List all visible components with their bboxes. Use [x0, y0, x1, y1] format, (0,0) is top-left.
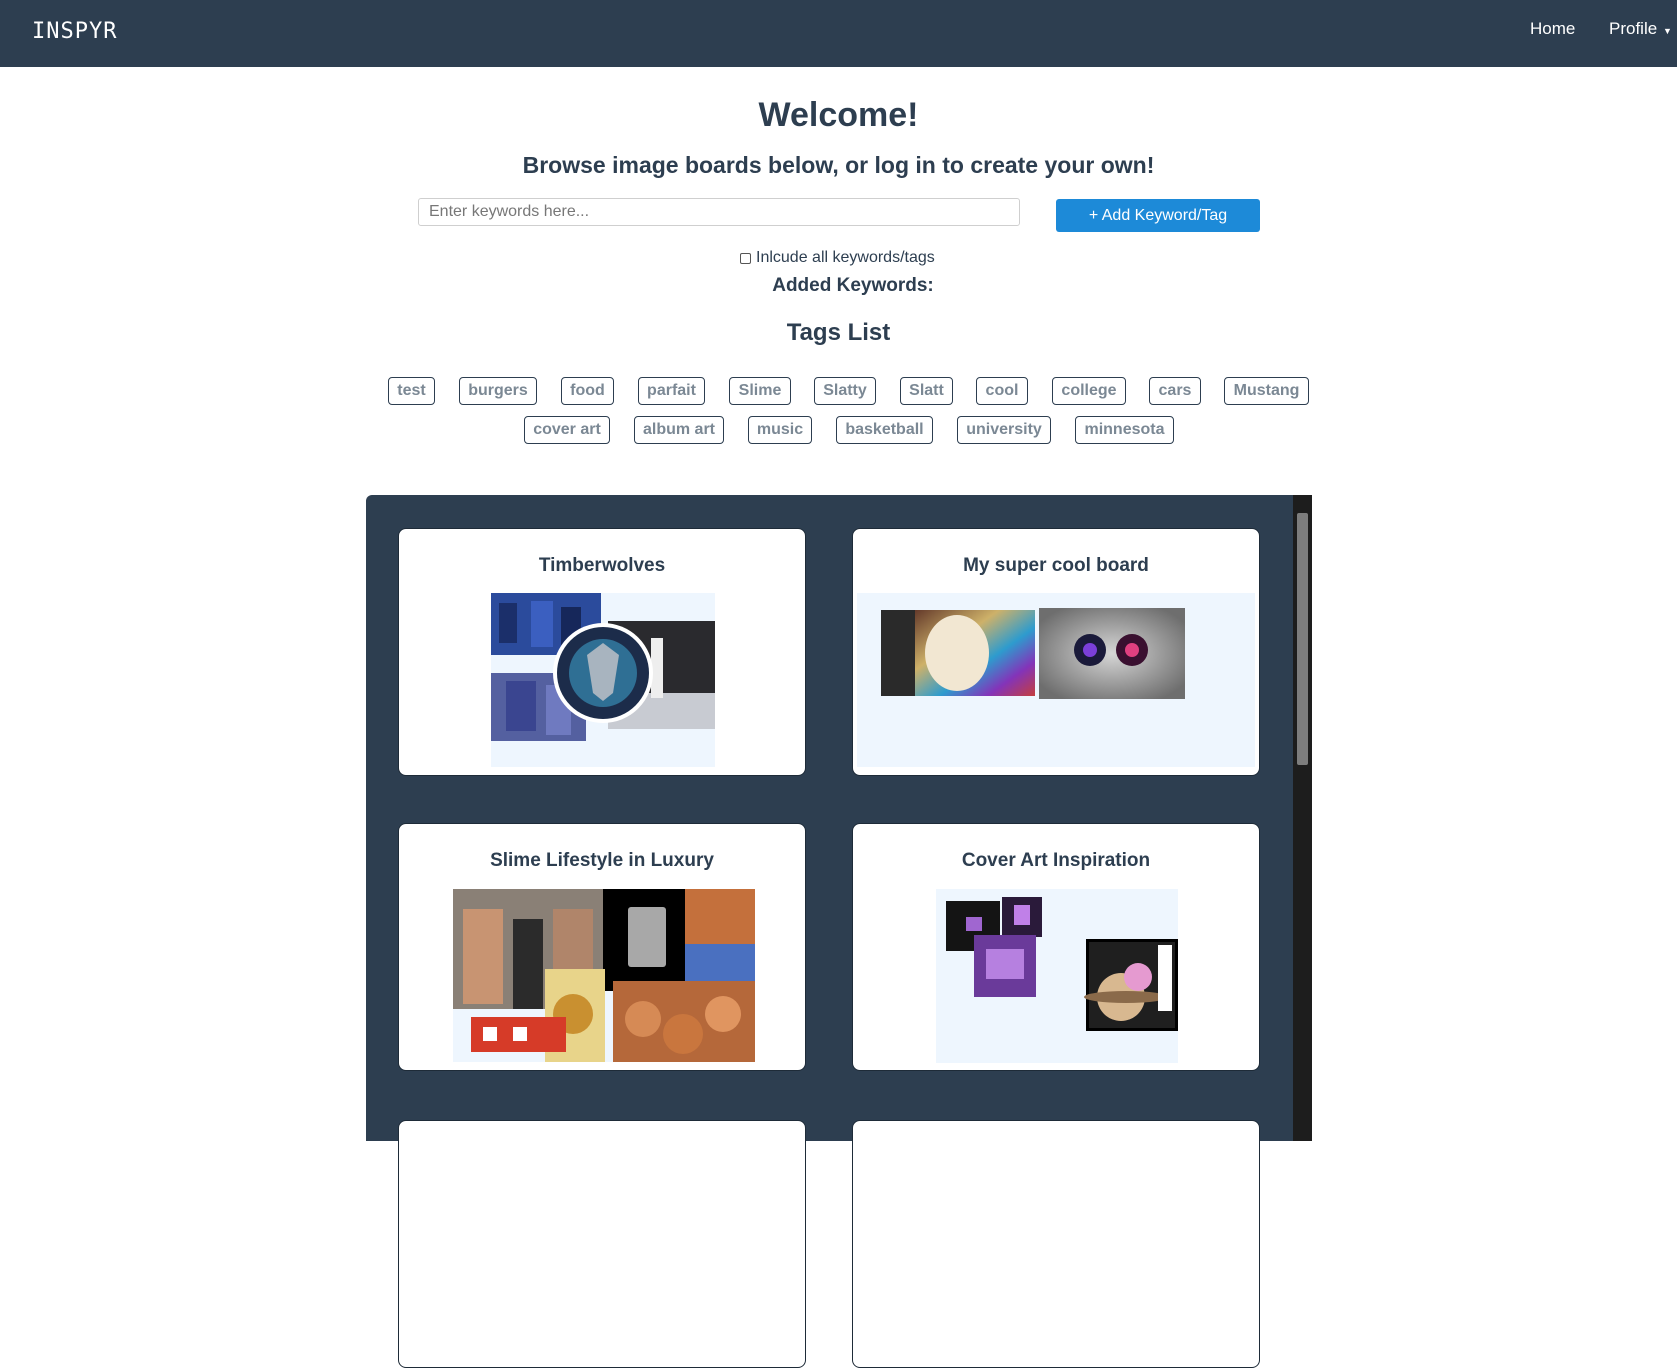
- tag-chip[interactable]: parfait: [638, 377, 705, 405]
- board-collage: [857, 593, 1255, 767]
- added-keywords-label: Added Keywords:: [772, 275, 934, 296]
- tag-chip[interactable]: basketball: [836, 416, 933, 444]
- add-keyword-button[interactable]: + Add Keyword/Tag: [1056, 199, 1260, 232]
- board-collage: [453, 889, 755, 1062]
- tag-chip[interactable]: test: [388, 377, 435, 405]
- tag-chip[interactable]: minnesota: [1075, 416, 1174, 444]
- board-card[interactable]: My super cool board: [852, 528, 1260, 776]
- board-collage: [936, 889, 1178, 1063]
- collage-image: [453, 889, 755, 1062]
- tag-chip[interactable]: Slime: [729, 377, 791, 405]
- board-card[interactable]: Cover Art Inspiration: [852, 823, 1260, 1071]
- board-title: Slime Lifestyle in Luxury: [490, 850, 714, 871]
- tag-chip[interactable]: Slatt: [900, 377, 953, 405]
- board-title: Timberwolves: [538, 555, 666, 576]
- collage-image: [946, 897, 1178, 1031]
- board-card[interactable]: Slime Lifestyle in Luxury: [398, 823, 806, 1071]
- board-card[interactable]: [852, 1120, 1260, 1368]
- board-card[interactable]: Timberwolves: [398, 528, 806, 776]
- tags-list-heading: Tags List: [786, 319, 891, 346]
- tag-chip[interactable]: Mustang: [1224, 377, 1309, 405]
- tag-chip[interactable]: college: [1052, 377, 1126, 405]
- include-all-row[interactable]: Inlcude all keywords/tags: [740, 249, 935, 267]
- board-card[interactable]: [398, 1120, 806, 1368]
- tag-chip[interactable]: music: [748, 416, 812, 444]
- welcome-heading: Welcome!: [758, 96, 919, 134]
- board-collage: [491, 593, 715, 767]
- brand-logo[interactable]: INSPYR: [32, 19, 117, 44]
- tag-chip[interactable]: food: [561, 377, 614, 405]
- include-all-label: Inlcude all keywords/tags: [756, 249, 935, 266]
- collage-image: [491, 593, 715, 741]
- tag-chip[interactable]: cars: [1149, 377, 1201, 405]
- nav-profile-dropdown[interactable]: Profile: [1609, 19, 1657, 39]
- board-title: Cover Art Inspiration: [961, 850, 1151, 871]
- checkbox-unchecked-icon[interactable]: [740, 252, 751, 264]
- board-title: My super cool board: [963, 555, 1149, 576]
- caret-down-icon[interactable]: ▼: [1663, 26, 1672, 36]
- tag-chip[interactable]: cover art: [524, 416, 610, 444]
- tag-chip[interactable]: cool: [976, 377, 1028, 405]
- collage-image: [881, 608, 1185, 699]
- nav-home-link[interactable]: Home: [1530, 19, 1575, 39]
- keyword-search-input[interactable]: [418, 198, 1020, 226]
- boards-scrollbar-thumb[interactable]: [1297, 513, 1308, 765]
- tag-chip[interactable]: Slatty: [814, 377, 876, 405]
- tag-chip[interactable]: university: [957, 416, 1051, 444]
- top-navbar: INSPYR Home Profile ▼: [0, 0, 1677, 67]
- subtitle-heading: Browse image boards below, or log in to …: [522, 152, 1155, 178]
- tag-chip[interactable]: album art: [634, 416, 724, 444]
- tag-chip[interactable]: burgers: [459, 377, 537, 405]
